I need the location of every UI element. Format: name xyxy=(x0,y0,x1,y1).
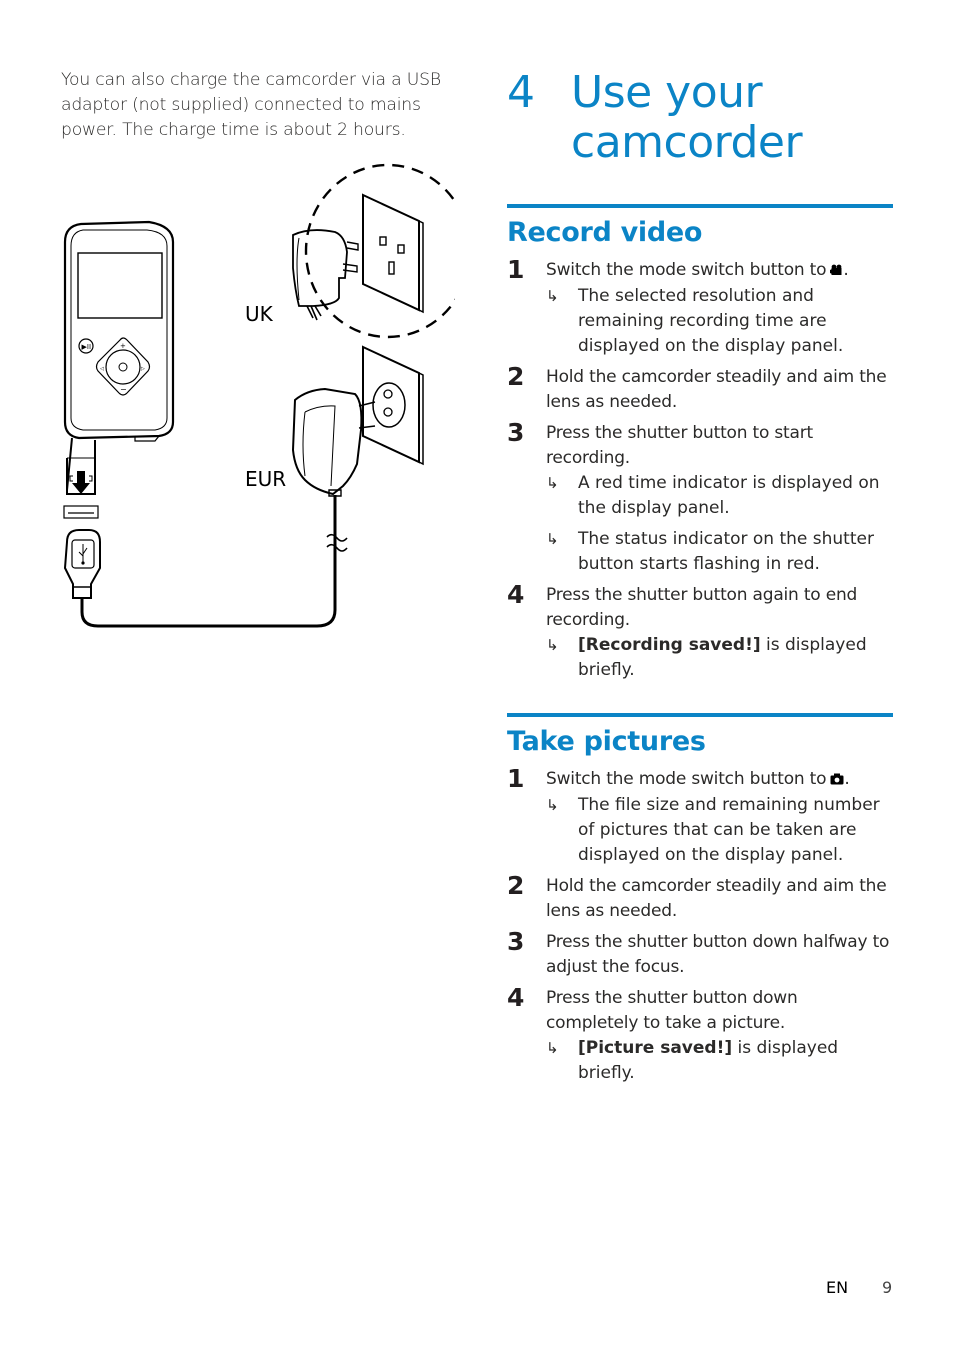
step-number: 1 xyxy=(507,764,525,793)
result-arrow-icon: ↳ xyxy=(546,287,559,305)
step-result: ↳ The status indicator on the shutter but… xyxy=(546,527,893,577)
svg-text:+: + xyxy=(120,342,126,350)
step-text: Press the shutter button again to end re… xyxy=(546,583,893,633)
result-arrow-icon: ↳ xyxy=(546,1039,559,1057)
step-number: 2 xyxy=(507,362,525,391)
section-rule xyxy=(507,713,893,717)
step-text-content: Press the shutter button down completely… xyxy=(546,988,798,1033)
language-code: EN xyxy=(826,1278,849,1297)
step-text: Hold the camcorder steadily and aim the … xyxy=(546,874,893,924)
result-arrow-icon: ↳ xyxy=(546,530,559,548)
result-message: [Picture saved!] xyxy=(578,1038,733,1058)
step-number: 4 xyxy=(507,580,525,609)
step-text-content: Press the shutter button to start record… xyxy=(546,423,813,468)
step-text-content: Press the shutter button again to end re… xyxy=(546,585,858,630)
step-result: ↳ [Recording saved!] is displayed briefly… xyxy=(546,633,893,683)
charging-illustration: ▶II + − ◁ ▷ UK EUR xyxy=(55,160,472,640)
step-result: ↳ A red time indicator is displayed on th… xyxy=(546,471,893,521)
step-number: 3 xyxy=(507,927,525,956)
chapter-number: 4 xyxy=(507,67,535,118)
step-text-content: Hold the camcorder steadily and aim the … xyxy=(546,367,887,412)
usb-connector-icon xyxy=(63,437,101,599)
section-take-pictures: Take pictures 1 Switch the mode switch but… xyxy=(507,713,893,1086)
chapter-title: Use your camcorder xyxy=(571,67,803,168)
step-text: Press the shutter button down completely… xyxy=(546,986,893,1036)
step-result: ↳ [Picture saved!] is displayed briefly. xyxy=(546,1036,893,1086)
result-text: The file size and remaining number of pi… xyxy=(578,795,880,865)
step-text: Press the shutter button down halfway to… xyxy=(546,930,893,980)
step-text: Hold the camcorder steadily and aim the … xyxy=(546,365,893,415)
eur-label: EUR xyxy=(245,467,286,491)
chapter-title-line2: camcorder xyxy=(571,117,803,168)
steps-list: 1 Switch the mode switch button to. ↳ The s… xyxy=(507,255,893,683)
page-number: 9 xyxy=(882,1278,893,1297)
step-item: 3 Press the shutter button down halfway t… xyxy=(507,927,893,980)
result-message: [Recording saved!] xyxy=(578,635,761,655)
result-arrow-icon: ↳ xyxy=(546,796,559,814)
step-result: ↳ The selected resolution and remaining r… xyxy=(546,284,893,359)
charging-cable xyxy=(80,495,337,628)
chapter-title-line1: Use your xyxy=(571,67,763,118)
result-arrow-icon: ↳ xyxy=(546,474,559,492)
step-text: Switch the mode switch button to. xyxy=(546,767,893,793)
step-number: 3 xyxy=(507,418,525,447)
svg-text:−: − xyxy=(120,385,127,394)
eur-socket-icon xyxy=(362,345,424,466)
step-text-suffix: . xyxy=(844,769,850,789)
uk-socket-icon xyxy=(362,193,424,314)
section-title: Take pictures xyxy=(507,726,706,757)
uk-highlight-circle xyxy=(304,163,472,339)
step-text-content: Switch the mode switch button to xyxy=(546,769,827,789)
section-title: Record video xyxy=(507,217,703,248)
camcorder-icon: ▶II + − ◁ ▷ xyxy=(63,220,175,442)
step-number: 4 xyxy=(507,983,525,1012)
step-item: 1 Switch the mode switch button to. ↳ The f… xyxy=(507,764,893,868)
step-text: Press the shutter button to start record… xyxy=(546,421,893,471)
step-text-content: Switch the mode switch button to xyxy=(546,260,827,280)
step-item: 2 Hold the camcorder steadily and aim the… xyxy=(507,871,893,924)
left-column: You can also charge the camcorder via a … xyxy=(61,68,451,143)
svg-text:▷: ▷ xyxy=(141,366,145,372)
svg-text:◁: ◁ xyxy=(100,366,104,372)
step-item: 4 Press the shutter button down completel… xyxy=(507,983,893,1086)
video-camera-icon xyxy=(830,259,843,284)
eur-adapter-icon xyxy=(291,387,376,497)
result-arrow-icon: ↳ xyxy=(546,636,559,654)
result-text: The status indicator on the shutter butt… xyxy=(578,529,874,574)
svg-text:▶II: ▶II xyxy=(82,343,92,351)
step-result: ↳ The file size and remaining number of p… xyxy=(546,793,893,868)
uk-label: UK xyxy=(245,302,274,326)
intro-paragraph: You can also charge the camcorder via a … xyxy=(61,70,441,140)
step-item: 2 Hold the camcorder steadily and aim the… xyxy=(507,362,893,415)
step-item: 4 Press the shutter button again to end r… xyxy=(507,580,893,683)
photo-camera-icon xyxy=(830,768,844,793)
step-text: Switch the mode switch button to. xyxy=(546,258,893,284)
step-text-suffix: . xyxy=(843,260,849,280)
step-number: 2 xyxy=(507,871,525,900)
steps-list: 1 Switch the mode switch button to. ↳ The f… xyxy=(507,764,893,1086)
result-text: The selected resolution and remaining re… xyxy=(578,286,844,356)
step-number: 1 xyxy=(507,255,525,284)
step-text-content: Hold the camcorder steadily and aim the … xyxy=(546,876,887,921)
right-column: 4 Use your camcorder Record video 1 Switch… xyxy=(507,60,893,1086)
step-item: 1 Switch the mode switch button to. ↳ The s… xyxy=(507,255,893,359)
chapter-heading: 4 Use your camcorder xyxy=(507,60,893,208)
result-text: A red time indicator is displayed on the… xyxy=(578,473,880,518)
step-item: 3 Press the shutter button to start recor… xyxy=(507,418,893,577)
section-record-video: Record video 1 Switch the mode switch butt… xyxy=(507,204,893,683)
step-text-content: Press the shutter button down halfway to… xyxy=(546,932,890,977)
section-rule xyxy=(507,204,893,208)
